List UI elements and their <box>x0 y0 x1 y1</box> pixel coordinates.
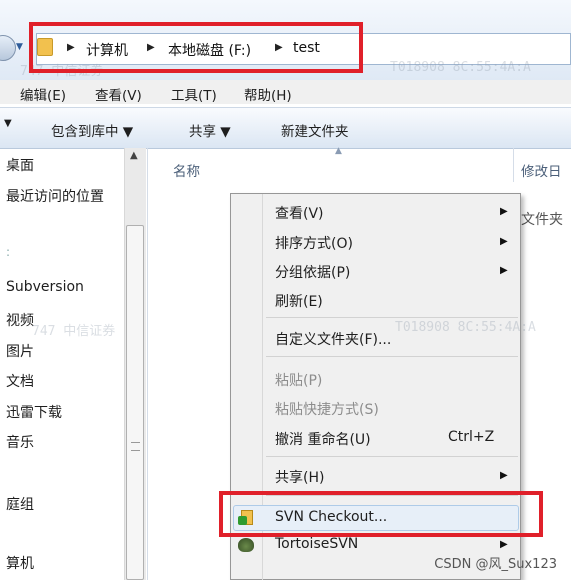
nav-item-music[interactable]: 音乐 <box>6 432 34 452</box>
menu-item-sort-by[interactable]: 排序方式(O) <box>275 233 353 253</box>
share-button[interactable]: 共享 ▼ <box>189 120 231 140</box>
watermark-text: T018908 8C:55:4A:A <box>395 320 536 335</box>
menu-tools[interactable]: 工具(T) <box>171 84 217 104</box>
watermark-text: 747 中信证券 <box>32 324 116 339</box>
menu-view[interactable]: 查看(V) <box>95 84 142 104</box>
menu-help[interactable]: 帮助(H) <box>244 84 292 104</box>
watermark-text: T018908 8C:55:4A:A <box>390 60 531 75</box>
highlight-box-address <box>29 22 363 73</box>
nav-item-computer[interactable]: 算机 <box>6 553 34 573</box>
history-dropdown-icon[interactable]: ▼ <box>16 42 23 52</box>
menu-item-undo-rename[interactable]: 撤消 重命名(U) <box>275 429 371 449</box>
submenu-arrow-icon: ▶ <box>500 539 508 550</box>
menu-edit[interactable]: 编辑(E) <box>20 84 66 104</box>
nav-item-pictures[interactable]: 图片 <box>6 341 34 361</box>
menu-item-refresh[interactable]: 刷新(E) <box>275 291 323 311</box>
file-row-partial-type: 文件夹 <box>521 212 563 228</box>
scroll-grip-icon <box>131 442 140 451</box>
nav-scrollbar-thumb[interactable] <box>126 225 144 580</box>
nav-item-video[interactable]: 视频 <box>6 310 34 330</box>
menu-item-paste-shortcut: 粘贴快捷方式(S) <box>275 402 379 418</box>
back-forward-buttons[interactable]: ▼ <box>0 35 26 63</box>
menu-item-group-by[interactable]: 分组依据(P) <box>275 262 350 282</box>
menu-item-paste: 粘贴(P) <box>275 373 323 389</box>
submenu-arrow-icon: ▶ <box>500 265 508 276</box>
menu-item-view[interactable]: 查看(V) <box>275 203 324 223</box>
sort-indicator-icon: ▲ <box>335 146 342 156</box>
credit-watermark: CSDN @风_Sux123 <box>434 557 557 572</box>
nav-item-desktop[interactable]: 桌面 <box>6 155 34 175</box>
menu-item-customize-folder[interactable]: 自定义文件夹(F)... <box>275 329 391 349</box>
scroll-up-icon[interactable]: ▲ <box>130 150 138 161</box>
nav-item-recent[interactable]: 最近访问的位置 <box>6 186 104 206</box>
nav-item-subversion[interactable]: Subversion <box>6 279 84 295</box>
column-header-name[interactable]: 名称 <box>173 160 200 180</box>
toolbar-overflow-icon[interactable]: ▼ <box>4 118 12 129</box>
column-header-modified[interactable]: 修改日 <box>521 160 562 180</box>
menu-separator <box>266 456 518 457</box>
menu-item-share[interactable]: 共享(H) <box>275 467 324 487</box>
new-folder-button[interactable]: 新建文件夹 <box>281 120 349 140</box>
menu-item-undo-shortcut: Ctrl+Z <box>448 429 495 445</box>
include-library-button[interactable]: 包含到库中 ▼ <box>51 120 133 140</box>
submenu-arrow-icon: ▶ <box>500 206 508 217</box>
pane-divider[interactable] <box>147 148 148 580</box>
nav-dot-icon: : <box>6 245 11 259</box>
menu-separator <box>266 317 518 318</box>
highlight-box-svn-checkout <box>219 491 543 537</box>
menu-item-tortoisesvn[interactable]: TortoiseSVN <box>275 536 358 552</box>
forward-button-icon <box>0 35 16 61</box>
submenu-arrow-icon: ▶ <box>500 470 508 481</box>
column-separator[interactable] <box>513 148 514 182</box>
nav-item-thunder-downloads[interactable]: 迅雷下载 <box>6 402 62 422</box>
submenu-arrow-icon: ▶ <box>500 236 508 247</box>
tortoisesvn-icon <box>238 538 254 552</box>
nav-item-documents[interactable]: 文档 <box>6 371 34 391</box>
nav-item-homegroup[interactable]: 庭组 <box>6 494 34 514</box>
menu-separator <box>266 356 518 357</box>
